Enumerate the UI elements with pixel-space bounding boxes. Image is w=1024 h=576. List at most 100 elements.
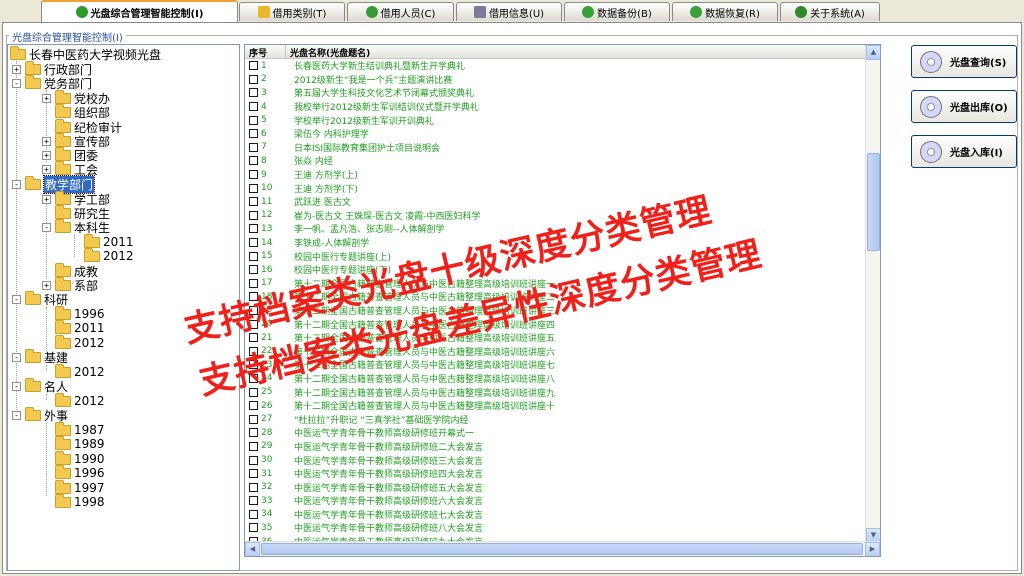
row-checkbox[interactable] <box>249 224 258 234</box>
tree-node[interactable]: 1997 <box>55 479 105 495</box>
row-checkbox[interactable] <box>249 401 258 411</box>
table-row[interactable]: 5 学校举行2012级新生军训开训典礼 <box>245 113 867 127</box>
row-checkbox[interactable] <box>249 102 258 112</box>
table-row[interactable]: 2 2012级新生“我是一个兵”主题演讲比赛 <box>245 73 867 87</box>
row-checkbox[interactable] <box>249 88 258 98</box>
tree-root[interactable]: 长春中医药大学视频光盘 <box>10 45 161 62</box>
table-row[interactable]: 6 梁伍今 内科护理学 <box>245 127 867 141</box>
row-checkbox[interactable] <box>249 129 258 139</box>
row-checkbox[interactable] <box>249 469 258 479</box>
table-row[interactable]: 34 中医运气学青年骨干教师高级研修班七大会发言 <box>245 508 867 522</box>
scroll-thumb[interactable] <box>261 543 863 555</box>
collapse-icon[interactable]: - <box>12 382 21 391</box>
row-checkbox[interactable] <box>249 142 258 152</box>
table-row[interactable]: 33 中医运气学青年骨干教师高级研修班六大会发言 <box>245 494 867 508</box>
tree-node[interactable]: 2011 <box>55 319 105 335</box>
collapse-icon[interactable]: - <box>12 180 21 189</box>
row-checkbox[interactable] <box>249 183 258 193</box>
tree-node[interactable]: 2011 <box>84 233 134 249</box>
table-row[interactable]: 26 第十二期全国古籍普查管理人员与中医古籍整理高级培训班讲座十 <box>245 399 867 413</box>
table-row[interactable]: 27 “杜拉拉”升职记 “三真学社”基础医学院内经 <box>245 412 867 426</box>
table-row[interactable]: 31 中医运气学青年骨干教师高级研修班四大会发言 <box>245 467 867 481</box>
disc-query-button[interactable]: 光盘查询(S) <box>911 45 1017 78</box>
row-checkbox[interactable] <box>249 496 258 506</box>
row-checkbox[interactable] <box>249 210 258 220</box>
row-checkbox[interactable] <box>249 523 258 533</box>
row-checkbox[interactable] <box>249 170 258 180</box>
tab-about-system[interactable]: 关于系统(A) <box>780 2 880 21</box>
horizontal-scrollbar[interactable]: ◀ ▶ <box>245 541 880 556</box>
tree-node[interactable]: 党务部门 <box>25 74 92 91</box>
tab-borrow-category[interactable]: 借用类别(T) <box>239 2 345 21</box>
tree-node[interactable]: 1996 <box>55 464 105 480</box>
table-row[interactable]: 8 张焱 内经 <box>245 154 867 168</box>
scroll-left-icon[interactable]: ◀ <box>245 542 260 556</box>
row-checkbox[interactable] <box>249 482 258 492</box>
disc-checkin-button[interactable]: 光盘入库(I) <box>911 135 1017 168</box>
tab-data-restore[interactable]: 数据恢复(R) <box>672 2 778 21</box>
table-row[interactable]: 29 中医运气学青年骨干教师高级研修班二大会发言 <box>245 440 867 454</box>
tree-node[interactable]: 组织部 <box>55 103 110 120</box>
collapse-icon[interactable]: - <box>12 295 21 304</box>
tab-borrow-info[interactable]: 借用信息(U) <box>456 2 562 21</box>
scroll-thumb[interactable] <box>867 153 880 251</box>
table-row[interactable]: 25 第十二期全国古籍普查管理人员与中医古籍整理高级培训班讲座九 <box>245 385 867 399</box>
tree-node[interactable]: 2012 <box>84 247 134 263</box>
table-row[interactable]: 32 中医运气学青年骨干教师高级研修班五大会发言 <box>245 480 867 494</box>
expand-icon[interactable]: + <box>42 281 51 290</box>
table-row[interactable]: 1 长春医药大学新生结训典礼暨新生开学典礼 <box>245 59 867 73</box>
tree-node[interactable]: 1990 <box>55 450 105 466</box>
row-checkbox[interactable] <box>249 197 258 207</box>
table-row[interactable]: 10 王迪 方剂学(下) <box>245 181 867 195</box>
expand-icon[interactable]: + <box>12 65 21 74</box>
table-row[interactable]: 28 中医运气学青年骨干教师高级研修班开幕式一 <box>245 426 867 440</box>
tree-node[interactable]: 1987 <box>55 421 105 437</box>
collapse-icon[interactable]: - <box>12 79 21 88</box>
vertical-scrollbar[interactable]: ▲ ▼ <box>865 45 880 543</box>
tab-data-backup[interactable]: 数据备份(B) <box>564 2 670 21</box>
row-checkbox[interactable] <box>249 115 258 125</box>
row-checkbox[interactable] <box>249 414 258 424</box>
row-checkbox[interactable] <box>249 251 258 261</box>
tree-node[interactable]: 科研 <box>25 290 68 307</box>
scroll-up-icon[interactable]: ▲ <box>866 45 880 60</box>
tree-node[interactable]: 外事 <box>25 406 68 423</box>
disc-checkout-button[interactable]: 光盘出库(O) <box>911 90 1017 123</box>
row-checkbox[interactable] <box>249 428 258 438</box>
row-checkbox[interactable] <box>249 74 258 84</box>
row-checkbox[interactable] <box>249 156 258 166</box>
tree-node[interactable]: 1996 <box>55 305 105 321</box>
tree-node[interactable]: 1989 <box>55 435 105 451</box>
scroll-right-icon[interactable]: ▶ <box>865 542 880 556</box>
table-row[interactable]: 30 中医运气学青年骨干教师高级研修班三大会发言 <box>245 453 867 467</box>
table-row[interactable]: 9 王迪 方剂学(上) <box>245 168 867 182</box>
table-row[interactable]: 35 中医运气学青年骨干教师高级研修班八大会发言 <box>245 521 867 535</box>
table-row[interactable]: 7 日本ISI国际教育集团护士项目说明会 <box>245 141 867 155</box>
collapse-icon[interactable]: - <box>42 223 51 232</box>
tree-node[interactable]: 名人 <box>25 377 68 394</box>
row-checkbox[interactable] <box>249 61 258 71</box>
row-checkbox[interactable] <box>249 455 258 465</box>
tree-node[interactable]: 基建 <box>25 348 68 365</box>
column-divider[interactable] <box>285 45 286 59</box>
tree-node[interactable]: 工会 <box>55 160 98 177</box>
expand-icon[interactable]: + <box>42 137 51 146</box>
tree-node[interactable]: 1998 <box>55 493 105 509</box>
tree-node-selected[interactable]: 教学部门 <box>25 174 96 194</box>
row-checkbox[interactable] <box>249 441 258 451</box>
expand-icon[interactable]: + <box>42 151 51 160</box>
collapse-icon[interactable]: - <box>12 353 21 362</box>
collapse-icon[interactable]: - <box>12 411 21 420</box>
tree-node[interactable]: 本科生 <box>55 218 110 235</box>
table-row[interactable]: 11 武跃进 医古文 <box>245 195 867 209</box>
tab-borrow-person[interactable]: 借用人员(C) <box>347 2 454 21</box>
row-checkbox[interactable] <box>249 238 258 248</box>
column-header-name[interactable]: 光盘名称(光盘题名) <box>290 46 370 59</box>
table-row[interactable]: 4 我校举行2012级新生军训结训仪式暨开学典礼 <box>245 100 867 114</box>
tab-disc-control[interactable]: 光盘综合管理智能控制(I) <box>41 0 238 22</box>
row-checkbox[interactable] <box>249 265 258 275</box>
expand-icon[interactable]: + <box>42 94 51 103</box>
row-checkbox[interactable] <box>249 509 258 519</box>
expand-icon[interactable]: + <box>42 195 51 204</box>
table-row[interactable]: 3 第五届大学生科技文化艺术节闭幕式颁奖典礼 <box>245 86 867 100</box>
